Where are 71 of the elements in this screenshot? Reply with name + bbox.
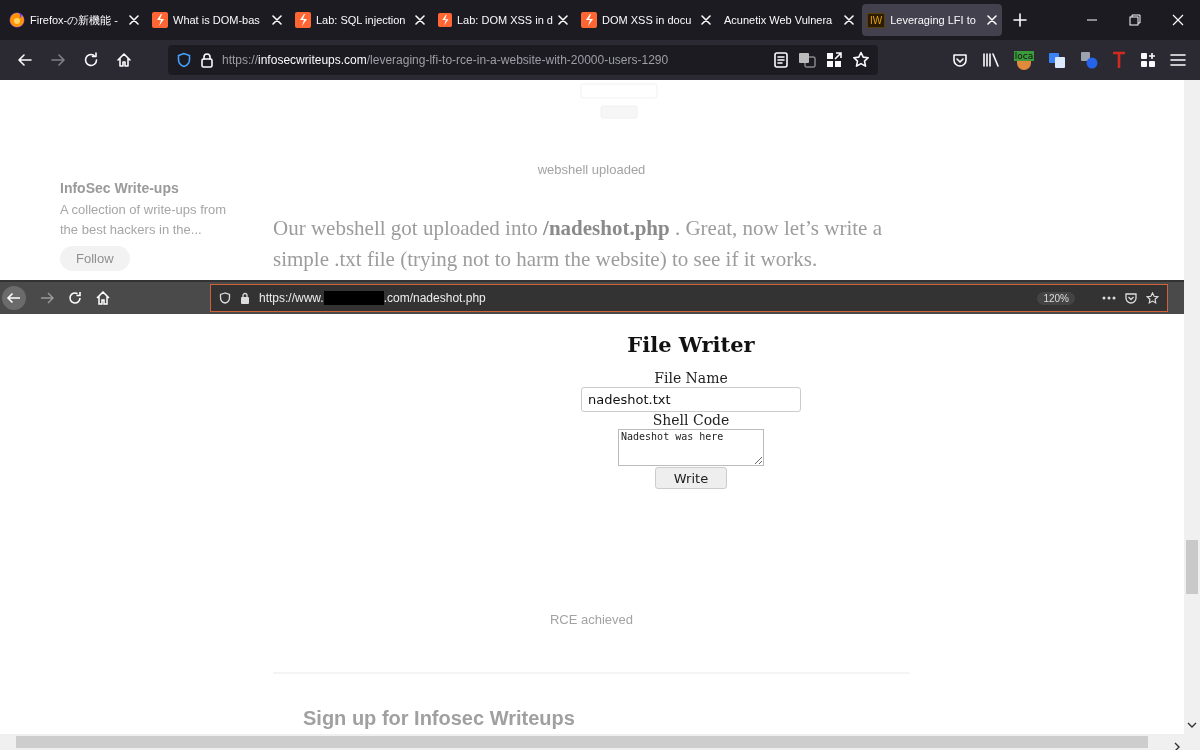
close-icon[interactable] — [558, 15, 568, 25]
image-caption: webshell uploaded — [537, 162, 646, 177]
extensions-icon[interactable] — [1140, 52, 1156, 68]
zoom-level[interactable]: 120% — [1037, 291, 1075, 305]
lightning-icon — [581, 12, 597, 28]
pocket-icon[interactable] — [1125, 292, 1137, 304]
shield-icon — [219, 292, 231, 304]
lightning-icon — [438, 12, 452, 28]
shell-code-field[interactable]: Nadeshot was here — [618, 429, 764, 466]
star-icon[interactable] — [1146, 291, 1159, 305]
lightning-icon — [295, 12, 311, 28]
close-icon[interactable] — [415, 15, 425, 25]
field-label: File Name — [654, 370, 728, 387]
close-icon[interactable] — [844, 15, 854, 25]
lock-icon — [240, 292, 250, 304]
grid-icon[interactable] — [826, 52, 842, 68]
scrollbar-thumb[interactable] — [1186, 540, 1198, 594]
restore-icon[interactable] — [1129, 14, 1141, 26]
scrollbar-thumb[interactable] — [16, 736, 1148, 748]
library-icon[interactable] — [982, 52, 1000, 68]
reader-view-icon[interactable] — [774, 52, 788, 68]
pocket-icon[interactable] — [952, 52, 968, 68]
close-icon[interactable] — [272, 15, 282, 25]
browser-tab[interactable]: Acunetix Web Vulnera — [719, 4, 859, 36]
browser-tab[interactable]: IW Leveraging LFI to — [862, 4, 1002, 36]
close-icon[interactable] — [987, 15, 997, 25]
scroll-down-icon[interactable] — [1187, 722, 1197, 728]
shield-icon — [176, 52, 192, 68]
url-text: https://www. — [259, 291, 324, 305]
translate-icon[interactable] — [1048, 51, 1066, 69]
firefox-icon — [9, 12, 25, 28]
horizontal-scrollbar[interactable] — [0, 734, 1200, 750]
new-tab-icon[interactable] — [1013, 13, 1027, 27]
write-button[interactable]: Write — [655, 467, 727, 489]
close-icon[interactable] — [1172, 14, 1184, 26]
reload-icon[interactable] — [68, 291, 82, 305]
site-logo: IW — [867, 12, 886, 28]
vertical-scrollbar[interactable] — [1184, 80, 1200, 734]
translate-icon[interactable] — [798, 52, 816, 68]
close-icon[interactable] — [701, 15, 711, 25]
url-text: .com/nadeshot.php — [383, 291, 486, 305]
page-title: File Writer — [627, 332, 755, 357]
back-icon[interactable] — [17, 52, 33, 68]
browser-tab[interactable]: Lab: SQL injection — [290, 4, 430, 36]
signup-heading: Sign up for Infosec Writeups — [303, 707, 576, 730]
more-icon[interactable] — [1102, 296, 1116, 300]
close-icon[interactable] — [129, 15, 139, 25]
address-bar[interactable]: https://www. .com/nadeshot.php 120% — [210, 284, 1168, 312]
url-text: https://infosecwriteups.com/leveraging-lfi-to-rce-in-a-website-with-20000-users-1290 — [222, 53, 670, 67]
browser-tab[interactable]: Firefox-の新機能 - — [4, 4, 144, 36]
browser-tab[interactable]: What is DOM-bas — [147, 4, 287, 36]
publication-title: InfoSec Write-ups — [60, 180, 180, 196]
address-bar[interactable]: https://infosecwriteups.com/leveraging-lfi-to-rce-in-a-website-with-20000-users-1290 — [168, 45, 878, 75]
field-label: Shell Code — [652, 412, 730, 429]
menu-icon[interactable] — [1170, 53, 1186, 67]
article-paragraph: Our webshell got uploaded into /nadeshot.php . Great, now let’s write a simple .txt file (trying not to harm the website) to see if it works. — [273, 215, 883, 273]
home-icon[interactable] — [96, 291, 110, 305]
t-icon[interactable] — [1112, 51, 1126, 69]
browser-tab[interactable]: Lab: DOM XSS in d — [433, 4, 573, 36]
lock-icon — [200, 52, 214, 68]
browser-tab[interactable]: DOM XSS in docu — [576, 4, 716, 36]
publication-description: A collection of write-ups from the best hackers in the... — [60, 201, 228, 239]
lightning-icon — [152, 12, 168, 28]
file-name-field[interactable]: nadeshot.txt — [581, 387, 801, 412]
image-caption: RCE achieved — [549, 612, 634, 627]
scroll-right-icon[interactable] — [1174, 742, 1180, 750]
star-icon[interactable] — [852, 51, 870, 69]
reload-icon[interactable] — [83, 52, 99, 68]
back-icon[interactable] — [2, 286, 26, 310]
home-icon[interactable] — [116, 52, 132, 68]
translate-icon[interactable] — [1080, 51, 1098, 69]
